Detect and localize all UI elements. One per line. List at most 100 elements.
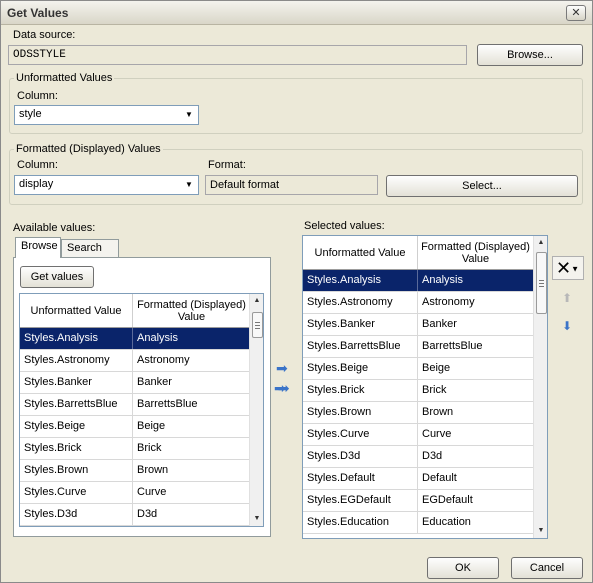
chevron-down-icon: ▼: [182, 178, 196, 192]
unformatted-value-cell: Styles.Analysis: [20, 328, 133, 349]
unformatted-value-cell: Styles.Brown: [303, 402, 418, 423]
unformatted-value-cell: Styles.Curve: [20, 482, 133, 503]
formatted-value-cell: Beige: [422, 362, 451, 374]
formatted-value-cell: Brick: [137, 442, 162, 454]
table-row[interactable]: Styles.Brown Brown: [20, 460, 250, 482]
unformatted-value-cell: Styles.Astronomy: [303, 292, 418, 313]
unformatted-value-cell: Styles.BarrettsBlue: [20, 394, 133, 415]
unformatted-value-cell: Styles.Beige: [303, 358, 418, 379]
formatted-value-cell: Astronomy: [137, 354, 190, 366]
formatted-value-cell: EGDefault: [422, 494, 473, 506]
formatted-values-group-title: Formatted (Displayed) Values: [14, 143, 163, 155]
chevron-down-icon: ▼: [571, 264, 580, 274]
unformatted-column-select[interactable]: style ▼: [14, 105, 199, 125]
unformatted-value-cell: Styles.BarrettsBlue: [303, 336, 418, 357]
formatted-value-cell: Default: [422, 472, 457, 484]
unformatted-value-cell: Styles.EGDefault: [303, 490, 418, 511]
formatted-column-label: Column:: [17, 159, 58, 171]
browse-button[interactable]: Browse...: [477, 44, 583, 66]
formatted-value-cell: Brick: [422, 384, 447, 396]
get-values-button[interactable]: Get values: [20, 266, 94, 288]
table-row[interactable]: Styles.Brick Brick: [20, 438, 250, 460]
formatted-value-cell: Banker: [137, 376, 172, 388]
column-header-formatted[interactable]: Formatted (Displayed) Value: [133, 294, 250, 327]
unformatted-value-cell: Styles.Default: [303, 468, 418, 489]
table-row[interactable]: Styles.Astronomy Astronomy: [303, 292, 533, 314]
formatted-value-cell: D3d: [137, 508, 158, 520]
unformatted-value-cell: Styles.Brick: [303, 380, 418, 401]
formatted-value-cell: Analysis: [137, 332, 178, 344]
scroll-down-icon[interactable]: ▼: [534, 524, 547, 538]
formatted-value-cell: Astronomy: [422, 296, 475, 308]
formatted-column-value: display: [19, 178, 54, 190]
table-row[interactable]: Styles.Beige Beige: [303, 358, 533, 380]
move-down-icon[interactable]: ⬇: [562, 319, 572, 333]
available-grid-header: Unformatted Value Formatted (Displayed) …: [20, 294, 250, 328]
selected-scrollbar[interactable]: ▲ ▼: [533, 236, 547, 538]
column-header-formatted[interactable]: Formatted (Displayed) Value: [418, 236, 533, 269]
available-values-label: Available values:: [13, 222, 96, 234]
table-row[interactable]: Styles.Analysis Analysis: [20, 328, 250, 350]
table-row[interactable]: Styles.Brick Brick: [303, 380, 533, 402]
scroll-thumb[interactable]: [536, 252, 547, 314]
formatted-value-cell: Curve: [137, 486, 167, 498]
unformatted-value-cell: Styles.Brown: [20, 460, 133, 481]
table-row[interactable]: Styles.BarrettsBlue BarrettsBlue: [20, 394, 250, 416]
unformatted-values-group-title: Unformatted Values: [14, 72, 115, 84]
add-all-arrow-icon[interactable]: ➡➡: [274, 381, 290, 395]
formatted-value-cell: BarrettsBlue: [137, 398, 198, 410]
chevron-down-icon: ▼: [182, 108, 196, 122]
cancel-button[interactable]: Cancel: [511, 557, 583, 579]
format-label: Format:: [208, 159, 246, 171]
remove-button[interactable]: ✕▼: [552, 256, 584, 280]
available-tabs: Browse Search: [15, 237, 275, 259]
table-row[interactable]: Styles.EGDefault EGDefault: [303, 490, 533, 512]
scroll-up-icon[interactable]: ▲: [534, 236, 547, 250]
column-header-unformatted[interactable]: Unformatted Value: [303, 236, 418, 269]
formatted-value-cell: BarrettsBlue: [422, 340, 483, 352]
unformatted-value-cell: Styles.Education: [303, 512, 418, 533]
unformatted-value-cell: Styles.Beige: [20, 416, 133, 437]
dialog-title: Get Values: [7, 6, 69, 20]
unformatted-value-cell: Styles.Analysis: [303, 270, 418, 291]
table-row[interactable]: Styles.Curve Curve: [303, 424, 533, 446]
table-row[interactable]: Styles.Education Education: [303, 512, 533, 534]
tab-search[interactable]: Search: [61, 239, 119, 258]
formatted-value-cell: Education: [422, 516, 471, 528]
data-source-label: Data source:: [13, 29, 76, 41]
table-row[interactable]: Styles.Curve Curve: [20, 482, 250, 504]
table-row[interactable]: Styles.Default Default: [303, 468, 533, 490]
formatted-column-select[interactable]: display ▼: [14, 175, 199, 195]
formatted-value-cell: Analysis: [422, 274, 463, 286]
table-row[interactable]: Styles.Beige Beige: [20, 416, 250, 438]
unformatted-value-cell: Styles.D3d: [20, 504, 133, 525]
scroll-up-icon[interactable]: ▲: [250, 294, 263, 308]
table-row[interactable]: Styles.BarrettsBlue BarrettsBlue: [303, 336, 533, 358]
scroll-down-icon[interactable]: ▼: [250, 512, 263, 526]
column-header-unformatted[interactable]: Unformatted Value: [20, 294, 133, 327]
scroll-thumb[interactable]: [252, 312, 263, 338]
format-field: Default format: [205, 175, 378, 195]
table-row[interactable]: Styles.Banker Banker: [303, 314, 533, 336]
ok-button[interactable]: OK: [427, 557, 499, 579]
formatted-value-cell: Beige: [137, 420, 166, 432]
selected-grid-header: Unformatted Value Formatted (Displayed) …: [303, 236, 533, 270]
add-selected-arrow-icon[interactable]: ➡: [276, 361, 292, 375]
tab-browse[interactable]: Browse: [15, 237, 61, 258]
table-row[interactable]: Styles.D3d D3d: [303, 446, 533, 468]
close-button[interactable]: ✕: [566, 5, 586, 21]
selected-values-label: Selected values:: [304, 220, 385, 232]
table-row[interactable]: Styles.D3d D3d: [20, 504, 250, 526]
move-up-icon[interactable]: ⬆: [562, 291, 572, 305]
table-row[interactable]: Styles.Astronomy Astronomy: [20, 350, 250, 372]
unformatted-value-cell: Styles.Banker: [303, 314, 418, 335]
formatted-value-cell: Banker: [422, 318, 457, 330]
table-row[interactable]: Styles.Brown Brown: [303, 402, 533, 424]
unformatted-value-cell: Styles.Brick: [20, 438, 133, 459]
selected-values-grid: Unformatted Value Formatted (Displayed) …: [302, 235, 548, 539]
available-scrollbar[interactable]: ▲ ▼: [249, 294, 263, 526]
formatted-value-cell: Brown: [137, 464, 169, 476]
table-row[interactable]: Styles.Analysis Analysis: [303, 270, 533, 292]
table-row[interactable]: Styles.Banker Banker: [20, 372, 250, 394]
select-format-button[interactable]: Select...: [386, 175, 578, 197]
